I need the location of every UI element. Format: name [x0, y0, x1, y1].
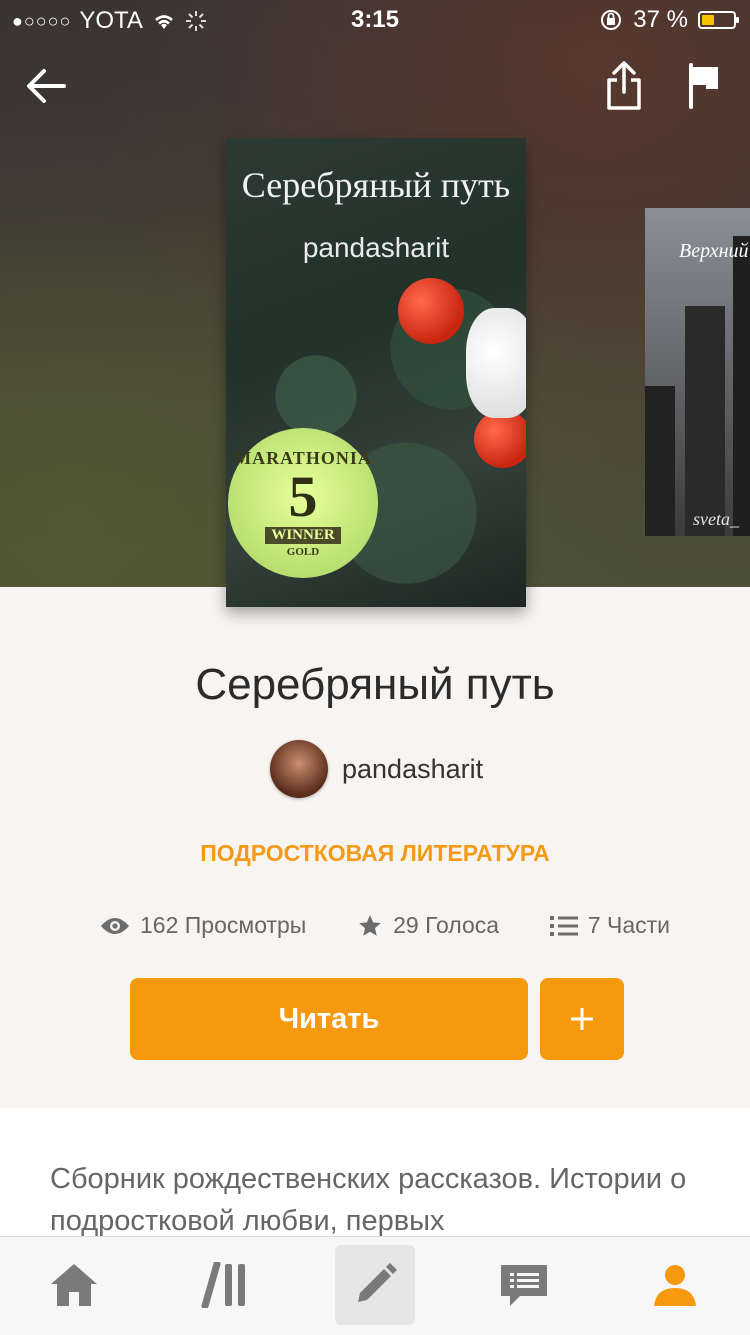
story-stats: 162 Просмотры 29 Голоса 7 Части	[100, 912, 670, 939]
share-icon	[607, 61, 641, 110]
pencil-icon	[358, 1263, 397, 1302]
list-icon	[549, 915, 578, 936]
flag-icon	[689, 63, 718, 109]
battery-icon	[698, 11, 739, 29]
parts-count: 7 Части	[587, 912, 670, 938]
badge-gold: GOLD	[286, 546, 320, 558]
status-bar: ●○○○○ YOTA 3:15 37 %	[0, 0, 750, 40]
plus-icon	[571, 1008, 593, 1030]
cover-title: Серебряный путь	[241, 165, 511, 205]
back-button[interactable]	[16, 58, 76, 114]
avatar	[270, 740, 328, 798]
views-stat: 162 Просмотры	[100, 912, 306, 939]
story-cover[interactable]: Серебряный путь pandasharit MARATHONIA 5…	[226, 138, 526, 607]
cover-ornament	[398, 278, 464, 344]
votes-stat: 29 Голоса	[357, 912, 499, 939]
badge-winner: WINNER	[265, 527, 341, 544]
home-icon	[51, 1264, 97, 1306]
author-link[interactable]: pandasharit	[270, 740, 483, 798]
author-name: pandasharit	[342, 753, 484, 784]
next-cover-title: Верхний	[679, 240, 749, 262]
cover-building	[645, 386, 675, 536]
views-count: 162 Просмотры	[140, 912, 307, 938]
tab-home[interactable]	[34, 1245, 114, 1325]
votes-count: 29 Голоса	[393, 912, 500, 938]
library-icon	[201, 1262, 245, 1308]
report-button[interactable]	[674, 58, 734, 114]
read-button[interactable]: Читать	[130, 978, 528, 1060]
next-story-cover[interactable]: Верхний sveta_	[645, 208, 750, 536]
tab-bar	[0, 1236, 750, 1335]
cover-candle	[466, 308, 526, 418]
share-button[interactable]	[594, 58, 654, 114]
badge-number: 5	[288, 464, 318, 529]
orientation-lock-icon	[601, 10, 622, 30]
cover-building	[685, 306, 725, 536]
cover-building	[733, 236, 750, 536]
arrow-left-icon	[27, 69, 66, 103]
star-icon	[359, 914, 381, 936]
battery-percent: 37 %	[633, 6, 688, 33]
eye-icon	[101, 917, 129, 934]
marathonia-badge: MARATHONIA 5 WINNER GOLD	[228, 428, 378, 578]
cover-ornament	[474, 410, 526, 468]
tab-profile[interactable]	[635, 1245, 715, 1325]
next-cover-author: sveta_	[693, 509, 739, 529]
profile-icon	[654, 1265, 696, 1306]
story-description: Сборник рождественских рассказов. Истори…	[50, 1163, 687, 1237]
parts-stat: 7 Части	[549, 912, 670, 939]
tab-messages[interactable]	[484, 1245, 564, 1325]
chat-icon	[501, 1265, 547, 1306]
tab-library[interactable]	[186, 1245, 266, 1325]
tab-write[interactable]	[335, 1245, 415, 1325]
story-title: Серебряный путь	[195, 660, 555, 709]
genre-link[interactable]: ПОДРОСТКОВАЯ ЛИТЕРАТУРА	[0, 840, 750, 867]
cover-author: pandasharit	[302, 232, 450, 263]
add-to-library-button[interactable]	[540, 978, 624, 1060]
